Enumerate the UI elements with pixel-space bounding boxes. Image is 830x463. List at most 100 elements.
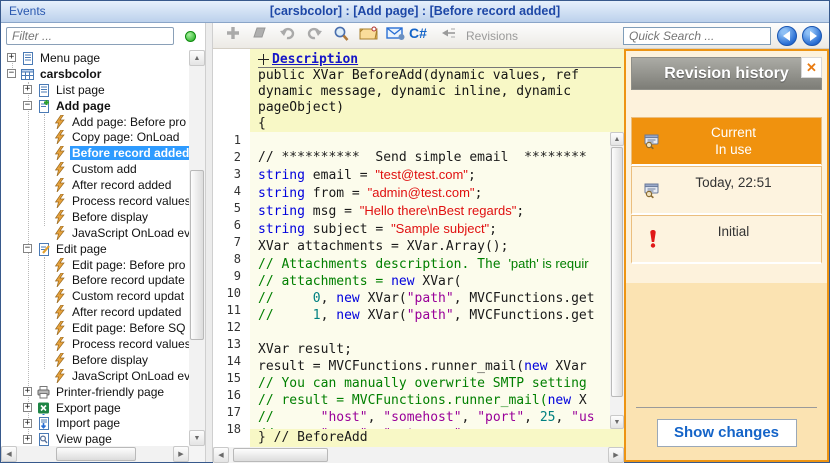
tree-item-label: Process record values bbox=[72, 193, 189, 208]
code-line: // ********** Send simple email ******** bbox=[258, 150, 587, 165]
code-line: // 1, new XVar("path", MVCFunctions.get bbox=[258, 308, 595, 323]
email-button[interactable] bbox=[383, 25, 407, 47]
snippet-folder-button[interactable] bbox=[356, 25, 380, 47]
event-icon bbox=[52, 225, 67, 240]
tree-item-before-record-update[interactable]: Before record update bbox=[1, 272, 189, 288]
forward-button[interactable] bbox=[802, 26, 822, 46]
tree-item-view-page[interactable]: + View page bbox=[1, 431, 189, 446]
tree-item-import-page[interactable]: + Import page bbox=[1, 415, 189, 431]
redo-button[interactable] bbox=[302, 25, 326, 47]
revision-item-subtitle: In use bbox=[715, 142, 752, 157]
search-button[interactable] bbox=[329, 25, 353, 47]
line-number: 7 bbox=[233, 235, 241, 249]
tree-expander-icon[interactable]: + bbox=[23, 387, 32, 397]
editor-horizontal-scrollbar[interactable]: ◀ ▶ bbox=[213, 447, 624, 463]
tree-expander-icon[interactable]: − bbox=[23, 101, 32, 111]
panel-splitter[interactable] bbox=[205, 23, 213, 462]
undo-button[interactable] bbox=[275, 25, 299, 47]
tree-item-edit-page[interactable]: − Edit page bbox=[1, 241, 189, 257]
add-page-icon bbox=[36, 99, 51, 113]
tree-item-copy-page-onload[interactable]: Copy page: OnLoad bbox=[1, 129, 189, 145]
tree-item-add-page[interactable]: − Add page bbox=[1, 98, 189, 114]
quick-search-input[interactable] bbox=[623, 27, 771, 45]
code-line: // "host", "somehost", "port", 25, "us bbox=[258, 410, 595, 425]
close-icon[interactable]: ✕ bbox=[801, 57, 822, 78]
tree-item-custom-record-updat[interactable]: Custom record updat bbox=[1, 288, 189, 304]
tree-item-label: carsbcolor bbox=[40, 66, 102, 81]
tree-item-carsbcolor[interactable]: − carsbcolor bbox=[1, 66, 189, 82]
event-icon bbox=[52, 146, 67, 161]
tree-item-after-record-updated[interactable]: After record updated bbox=[1, 304, 189, 320]
tree-item-javascript-onload-ev[interactable]: JavaScript OnLoad ev bbox=[1, 225, 189, 241]
event-icon bbox=[52, 130, 67, 145]
editor-vertical-scrollbar[interactable]: ▲ ▼ bbox=[610, 132, 624, 429]
code-line: // Attachments description. The 'path' i… bbox=[258, 256, 589, 272]
tree-expander-icon[interactable]: + bbox=[23, 403, 32, 413]
tree-item-before-record-added[interactable]: Before record added bbox=[1, 145, 189, 161]
filter-input[interactable] bbox=[6, 27, 174, 45]
tree-item-label: JavaScript OnLoad ev bbox=[72, 368, 189, 383]
event-icon bbox=[52, 114, 67, 129]
tree-item-custom-add[interactable]: Custom add bbox=[1, 161, 189, 177]
event-icon bbox=[52, 368, 67, 383]
tree-item-process-record-values[interactable]: Process record values bbox=[1, 193, 189, 209]
menu-page-icon bbox=[20, 51, 35, 65]
code-line: XVar attachments = XVar.Array(); bbox=[258, 239, 509, 254]
show-changes-button[interactable]: Show changes bbox=[656, 419, 797, 447]
tree-item-process-record-values[interactable]: Process record values bbox=[1, 336, 189, 352]
event-icon bbox=[52, 193, 67, 208]
event-icon bbox=[52, 352, 67, 367]
tree-item-label: List page bbox=[56, 82, 105, 97]
event-icon bbox=[52, 257, 67, 272]
code-line: // You can manually overwrite SMTP setti… bbox=[258, 376, 587, 391]
description-link[interactable]: Description bbox=[272, 52, 358, 67]
tree-item-label: Edit page bbox=[56, 241, 107, 256]
import-icon bbox=[36, 416, 51, 431]
tree-item-edit-page-before-pro[interactable]: Edit page: Before pro bbox=[1, 257, 189, 273]
tree-vertical-scrollbar[interactable]: ▲ ▼ bbox=[189, 50, 205, 446]
tree-horizontal-scrollbar[interactable]: ◀ ▶ bbox=[1, 446, 189, 462]
tree-item-label: After record added bbox=[72, 178, 172, 193]
add-icon bbox=[225, 25, 241, 46]
tree-item-menu-page[interactable]: + Menu page bbox=[1, 50, 189, 66]
tree-item-label: Process record values bbox=[72, 336, 189, 351]
tree-expander-icon[interactable]: + bbox=[23, 85, 32, 95]
revisions-button[interactable] bbox=[437, 25, 461, 47]
code-lines[interactable]: // ********** Send simple email ********… bbox=[250, 132, 610, 429]
tree-item-edit-page-before-sq[interactable]: Edit page: Before SQ bbox=[1, 320, 189, 336]
line-number: 9 bbox=[233, 269, 241, 283]
revision-item-today-22-51[interactable]: Today, 22:51 bbox=[631, 166, 822, 215]
back-button[interactable] bbox=[777, 26, 797, 46]
tree-expander-icon[interactable]: + bbox=[23, 434, 32, 444]
tree-item-after-record-added[interactable]: After record added bbox=[1, 177, 189, 193]
revision-item-current[interactable]: Current In use bbox=[631, 117, 822, 166]
line-number: 12 bbox=[226, 320, 241, 334]
line-number: 18 bbox=[226, 422, 241, 436]
tree-item-export-page[interactable]: + Export page bbox=[1, 400, 189, 416]
editor-footer: } // BeforeAdd bbox=[250, 429, 624, 447]
tree-item-before-display[interactable]: Before display bbox=[1, 352, 189, 368]
tree-expander-icon[interactable]: − bbox=[7, 69, 16, 79]
tree-item-printer-friendly-page[interactable]: + Printer-friendly page bbox=[1, 384, 189, 400]
revision-item-initial[interactable]: Initial bbox=[631, 215, 822, 264]
code-editor[interactable]: Description public XVar BeforeAdd(dynami… bbox=[213, 49, 624, 463]
function-signature: public XVar BeforeAdd(dynamic values, re… bbox=[258, 68, 624, 132]
eraser-button[interactable] bbox=[248, 25, 272, 47]
code-line: string msg = "Hello there\nBest regards"… bbox=[258, 203, 525, 219]
tree-item-list-page[interactable]: + List page bbox=[1, 82, 189, 98]
csharp-button[interactable]: C# bbox=[409, 25, 434, 47]
tree-expander-icon[interactable]: − bbox=[23, 244, 32, 254]
filter-status-icon[interactable] bbox=[185, 31, 196, 42]
tree-item-javascript-onload-ev[interactable]: JavaScript OnLoad ev bbox=[1, 368, 189, 384]
tree-item-label: Custom add bbox=[72, 162, 137, 177]
event-icon bbox=[52, 321, 67, 336]
tree-item-before-display[interactable]: Before display bbox=[1, 209, 189, 225]
tree-item-add-page-before-pro[interactable]: Add page: Before pro bbox=[1, 114, 189, 130]
text-cursor-icon bbox=[258, 54, 269, 65]
add-button[interactable] bbox=[221, 25, 245, 47]
tree-expander-icon[interactable]: + bbox=[23, 418, 32, 428]
title-bar: Events [carsbcolor] : [Add page] : [Befo… bbox=[1, 1, 829, 23]
tree-expander-icon[interactable]: + bbox=[7, 53, 16, 63]
